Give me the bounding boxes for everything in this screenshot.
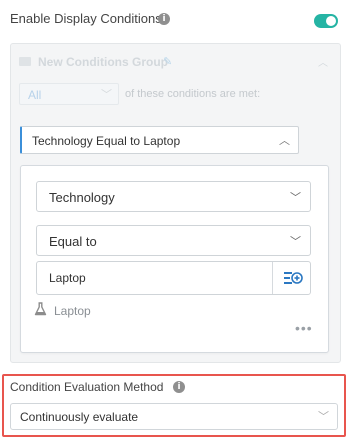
chevron-down-icon: ﹀ (290, 236, 301, 248)
condition-summary-text: Technology Equal to Laptop (32, 134, 181, 148)
folder-icon (19, 57, 31, 66)
more-options-icon[interactable]: ••• (295, 320, 313, 336)
group-title: New Conditions Group (38, 55, 168, 69)
input-divider (272, 262, 273, 294)
match-suffix-text: of these conditions are met: (125, 88, 261, 100)
enable-display-conditions-label: Enable Display Conditions (10, 11, 162, 26)
evaluation-method-select[interactable]: Continuously evaluate ﹀ (10, 403, 338, 430)
match-type-value: All (28, 88, 42, 102)
evaluation-method-value: Continuously evaluate (20, 410, 139, 424)
info-icon[interactable]: i (173, 381, 185, 393)
operator-select-value: Equal to (49, 234, 97, 249)
chevron-up-icon[interactable]: ︿ (318, 54, 328, 69)
condition-summary-select[interactable]: Technology Equal to Laptop ︿ (20, 126, 299, 154)
info-icon[interactable]: i (158, 13, 170, 25)
value-input[interactable]: Laptop (36, 261, 311, 295)
field-select-value: Technology (49, 190, 115, 205)
match-type-select[interactable]: All ﹀ (19, 83, 119, 105)
pencil-icon[interactable]: ✎ (163, 55, 172, 68)
chevron-down-icon: ﹀ (290, 192, 301, 204)
preview-value: Laptop (54, 304, 91, 318)
chevron-down-icon: ﹀ (318, 411, 329, 423)
enable-display-conditions-toggle[interactable] (314, 14, 338, 28)
chevron-up-icon: ︿ (279, 135, 290, 147)
operator-select[interactable]: Equal to ﹀ (36, 225, 311, 256)
value-input-text: Laptop (49, 271, 86, 285)
chevron-down-icon: ﹀ (101, 89, 112, 101)
field-select[interactable]: Technology ﹀ (36, 181, 311, 212)
flask-icon (34, 302, 47, 316)
toggle-knob (326, 16, 336, 26)
evaluation-method-label: Condition Evaluation Method (10, 380, 164, 394)
list-add-icon[interactable] (283, 270, 303, 286)
